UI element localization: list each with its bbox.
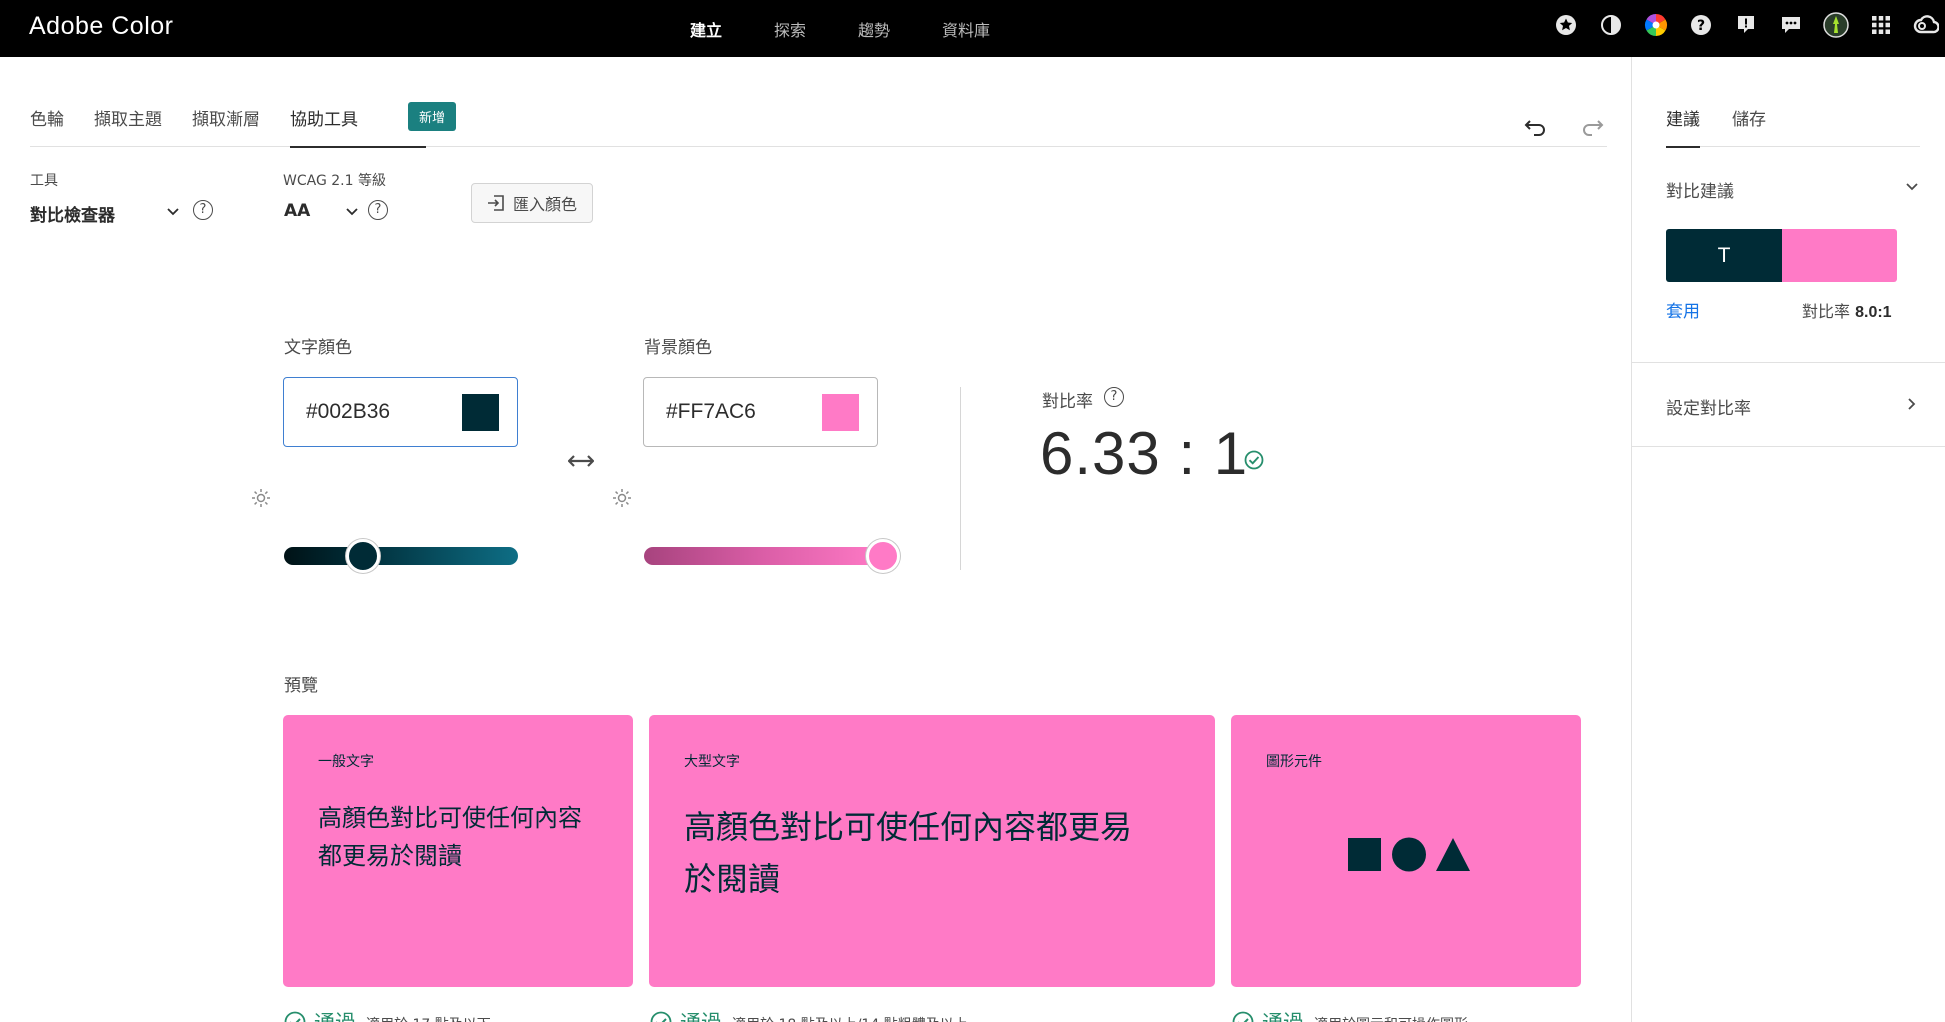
text-brightness-handle[interactable] (346, 539, 380, 573)
main-panel: 色輪 擷取主題 擷取漸層 協助工具 新增 工具 對比檢查器 ? WCAG 2.1… (0, 57, 1631, 1022)
vertical-divider (960, 387, 961, 570)
chevron-down-icon[interactable] (345, 205, 359, 219)
star-badge-icon[interactable] (1553, 12, 1579, 38)
chevron-down-icon[interactable] (166, 205, 180, 219)
nav-create[interactable]: 建立 (690, 17, 722, 41)
chevron-right-icon[interactable] (1904, 396, 1920, 412)
chevron-down-icon[interactable] (1904, 179, 1920, 195)
result-description: 適用於 17 點及以下 (366, 1010, 491, 1022)
set-contrast-ratio-row[interactable]: 設定對比率 (1666, 394, 1751, 419)
swap-colors-icon[interactable] (566, 446, 596, 476)
check-circle-icon (1232, 1011, 1254, 1022)
suggestion-ratio: 對比率 8.0:1 (1802, 298, 1892, 322)
color-wheel-icon[interactable] (1643, 12, 1669, 38)
text-brightness-slider[interactable] (284, 547, 518, 565)
suggestions-sidebar: 建議 儲存 對比建議 T 套用 對比率 8.0:1 設定對比率 (1631, 57, 1945, 1022)
card-sample-text: 高顏色對比可使任何內容都更易於閱讀 (318, 804, 582, 870)
nav-trends[interactable]: 趨勢 (858, 17, 890, 41)
nav-library[interactable]: 資料庫 (942, 17, 990, 41)
suggestion-text-sample: T (1666, 229, 1782, 282)
result-large-text: 通過 適用於 18 點及以上/14 點粗體及以上 (650, 1007, 968, 1022)
check-circle-icon (650, 1011, 672, 1022)
card-sample-text: 高顏色對比可使任何內容都更易於閱讀 (684, 808, 1133, 898)
tab-extract-theme[interactable]: 擷取主題 (94, 105, 162, 147)
creative-cloud-icon[interactable] (1913, 12, 1939, 38)
app-title[interactable]: Adobe Color (29, 12, 173, 41)
moon-icon[interactable] (1598, 12, 1624, 38)
brightness-icon (613, 489, 631, 507)
preview-card-graphics: 圖形元件 (1231, 715, 1581, 987)
tool-select-value[interactable]: 對比檢查器 (30, 201, 115, 226)
contrast-help-icon[interactable]: ? (1104, 387, 1124, 407)
history-controls (1495, 112, 1607, 142)
chat-icon[interactable] (1778, 12, 1804, 38)
new-badge: 新增 (408, 102, 457, 131)
card-label: 大型文字 (684, 754, 740, 770)
graphic-shapes-icon (1348, 837, 1470, 872)
top-nav: 建立 探索 趨勢 資料庫 (690, 0, 1042, 57)
preview-title: 預覽 (284, 676, 318, 696)
pass-label: 通過 (680, 1007, 722, 1022)
card-label: 一般文字 (318, 754, 374, 770)
svg-text:?: ? (1697, 18, 1705, 34)
pass-label: 通過 (1262, 1007, 1304, 1022)
divider (1632, 362, 1945, 363)
bg-brightness-slider[interactable] (644, 547, 884, 565)
bg-color-input[interactable]: #FF7AC6 (643, 377, 878, 447)
mode-tabs: 色輪 擷取主題 擷取漸層 協助工具 新增 (30, 102, 1607, 148)
redo-icon[interactable] (1577, 112, 1607, 142)
feedback-icon[interactable] (1733, 12, 1759, 38)
preview-card-large-text: 大型文字 高顏色對比可使任何內容都更易於閱讀 (649, 715, 1215, 987)
contrast-ratio-value: 6.33 : 1 (1040, 420, 1249, 487)
text-color-input[interactable]: #002B36 (283, 377, 518, 447)
result-normal-text: 通過 適用於 17 點及以下 (284, 1007, 491, 1022)
bg-color-swatch[interactable] (822, 394, 859, 431)
bg-color-label: 背景顏色 (644, 338, 712, 358)
undo-icon[interactable] (1521, 112, 1551, 142)
tool-label: 工具 (30, 173, 58, 189)
tab-color-wheel[interactable]: 色輪 (30, 105, 64, 147)
brightness-icon (252, 489, 270, 507)
result-graphics: 通過 適用於圖示和可操作圖形 (1232, 1007, 1468, 1022)
tab-accessibility-tools[interactable]: 協助工具 (290, 105, 426, 148)
top-bar: Adobe Color 建立 探索 趨勢 資料庫 ? (0, 0, 1945, 57)
wcag-select-value[interactable]: AA (284, 201, 310, 221)
sidebar-tabs: 建議 儲存 (1666, 105, 1920, 148)
suggestion-ratio-value: 8.0:1 (1855, 304, 1892, 321)
import-colors-button[interactable]: 匯入顏色 (471, 183, 593, 223)
wcag-help-icon[interactable]: ? (368, 200, 388, 220)
apps-grid-icon[interactable] (1868, 12, 1894, 38)
result-description: 適用於 18 點及以上/14 點粗體及以上 (732, 1010, 968, 1022)
import-colors-label: 匯入顏色 (512, 195, 577, 214)
tool-help-icon[interactable]: ? (193, 200, 213, 220)
text-color-label: 文字顏色 (284, 338, 352, 358)
help-icon[interactable]: ? (1688, 12, 1714, 38)
contrast-suggestions-heading[interactable]: 對比建議 (1666, 177, 1734, 202)
apply-link[interactable]: 套用 (1666, 297, 1700, 322)
tab-suggestions[interactable]: 建議 (1666, 105, 1700, 148)
preview-card-normal-text: 一般文字 高顏色對比可使任何內容都更易於閱讀 (283, 715, 633, 987)
nav-explore[interactable]: 探索 (774, 17, 806, 41)
suggestion-bg-sample (1782, 229, 1897, 282)
wcag-label: WCAG 2.1 等級 (283, 173, 386, 189)
suggestion-swatch[interactable]: T (1666, 229, 1897, 282)
divider (1632, 446, 1945, 447)
pass-label: 通過 (314, 1007, 356, 1022)
suggestion-ratio-label: 對比率 (1802, 302, 1851, 321)
check-circle-icon (284, 1011, 306, 1022)
bg-brightness-handle[interactable] (866, 539, 900, 573)
text-color-hex: #002B36 (306, 400, 391, 423)
tab-extract-gradient[interactable]: 擷取漸層 (192, 105, 260, 147)
import-icon (487, 195, 505, 211)
card-label: 圖形元件 (1266, 754, 1322, 770)
user-avatar[interactable] (1823, 12, 1849, 38)
bg-color-hex: #FF7AC6 (666, 400, 756, 423)
top-icons: ? (1534, 12, 1939, 38)
result-description: 適用於圖示和可操作圖形 (1314, 1010, 1468, 1022)
tab-save[interactable]: 儲存 (1732, 105, 1766, 147)
check-circle-icon (1244, 450, 1264, 470)
contrast-ratio-label: 對比率 (1042, 392, 1093, 412)
text-color-swatch[interactable] (462, 394, 499, 431)
